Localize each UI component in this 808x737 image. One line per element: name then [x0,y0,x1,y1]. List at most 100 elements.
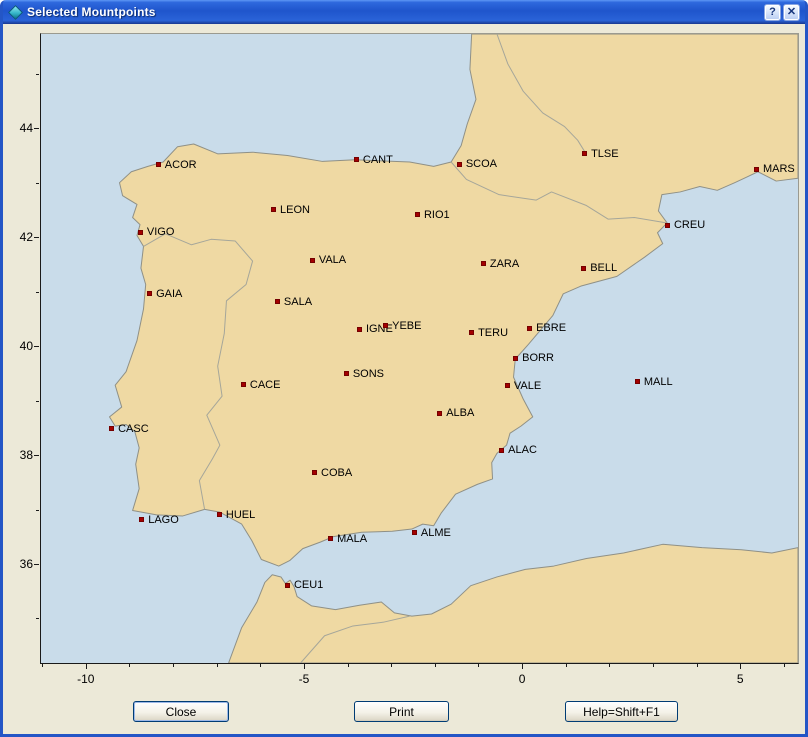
station-ceu1: CEU1 [285,579,323,591]
y-tick-label: 42 [6,230,33,244]
station-marker-icon [139,517,144,522]
station-vigo: VIGO [138,226,175,238]
station-alme: ALME [412,527,451,539]
station-tlse: TLSE [582,148,619,160]
station-label: CASC [118,423,149,435]
station-alba: ALBA [437,407,474,419]
y-axis-tick [34,455,39,456]
station-sons: SONS [344,368,384,380]
station-marker-icon [271,207,276,212]
station-marker-icon [328,536,333,541]
station-label: BORR [522,352,554,364]
x-axis-tick [304,664,305,669]
station-label: BELL [590,262,617,274]
x-axis-minor-tick [609,664,610,667]
station-mall: MALL [635,376,673,388]
station-leon: LEON [271,204,310,216]
y-tick-label: 40 [6,339,33,353]
x-tick-label: -10 [77,672,94,686]
y-axis-minor-tick [36,74,39,75]
selected-mountpoints-window: Selected Mountpoints ? ✕ ACORVIGOGAIACAS… [0,0,808,737]
x-axis-tick [522,664,523,669]
y-axis-tick [34,564,39,565]
station-yebe: YEBE [383,320,421,332]
station-casc: CASC [109,423,149,435]
station-marker-icon [357,327,362,332]
station-rio1: RIO1 [415,209,450,221]
station-label: MALA [337,533,367,545]
station-marker-icon [457,162,462,167]
x-axis-minor-tick [217,664,218,667]
y-tick-label: 38 [6,448,33,462]
station-marker-icon [499,448,504,453]
station-marker-icon [138,230,143,235]
x-tick-label: -5 [299,672,310,686]
x-axis-tick [740,664,741,669]
station-marker-icon [415,212,420,217]
map-plot: ACORVIGOGAIACASCLAGOHUELLEONVALASALACACE… [40,33,799,664]
station-label: RIO1 [424,209,450,221]
x-tick-label: 0 [519,672,526,686]
station-marker-icon [285,583,290,588]
y-tick-label: 36 [6,557,33,571]
station-marker-icon [513,356,518,361]
station-label: LAGO [148,514,179,526]
station-label: ACOR [165,159,197,171]
station-borr: BORR [513,352,554,364]
station-label: ALBA [446,407,474,419]
station-huel: HUEL [217,509,255,521]
station-marker-icon [310,258,315,263]
x-axis-minor-tick [653,664,654,667]
x-axis-minor-tick [391,664,392,667]
station-vale: VALE [505,380,541,392]
y-axis-minor-tick [36,618,39,619]
station-label: ZARA [490,258,519,270]
station-marker-icon [469,330,474,335]
x-axis-minor-tick [348,664,349,667]
x-axis-minor-tick [129,664,130,667]
station-zara: ZARA [481,258,519,270]
station-label: CEU1 [294,579,323,591]
x-axis-minor-tick [478,664,479,667]
title-bar[interactable]: Selected Mountpoints ? ✕ [3,0,805,24]
station-creu: CREU [665,219,705,231]
station-marker-icon [481,261,486,266]
y-axis-minor-tick [36,401,39,402]
station-ebre: EBRE [527,322,566,334]
station-marker-icon [665,223,670,228]
help-titlebar-button[interactable]: ? [764,4,781,21]
station-scoa: SCOA [457,158,497,170]
station-marker-icon [527,326,532,331]
station-bell: BELL [581,262,617,274]
y-tick-label: 44 [6,121,33,135]
x-tick-label: 5 [737,672,744,686]
print-button[interactable]: Print [354,701,449,722]
station-label: VALA [319,254,346,266]
station-label: TLSE [591,148,619,160]
station-label: VALE [514,380,541,392]
help-shortcut-button[interactable]: Help=Shift+F1 [565,701,678,722]
station-marker-icon [412,530,417,535]
close-window-button[interactable]: ✕ [783,4,800,21]
station-marker-icon [217,512,222,517]
station-alac: ALAC [499,444,537,456]
station-label: ALAC [508,444,537,456]
window-title: Selected Mountpoints [27,5,762,19]
station-label: HUEL [226,509,255,521]
station-mars: MARS [754,163,795,175]
station-label: EBRE [536,322,566,334]
x-axis-minor-tick [173,664,174,667]
station-label: SONS [353,368,384,380]
y-axis-tick [34,128,39,129]
station-marker-icon [635,379,640,384]
close-button[interactable]: Close [133,701,229,722]
station-label: SCOA [466,158,497,170]
station-marker-icon [312,470,317,475]
station-marker-icon [437,411,442,416]
y-axis-tick [34,237,39,238]
station-label: MALL [644,376,673,388]
station-marker-icon [156,162,161,167]
station-marker-icon [505,383,510,388]
station-lago: LAGO [139,514,179,526]
station-marker-icon [581,266,586,271]
